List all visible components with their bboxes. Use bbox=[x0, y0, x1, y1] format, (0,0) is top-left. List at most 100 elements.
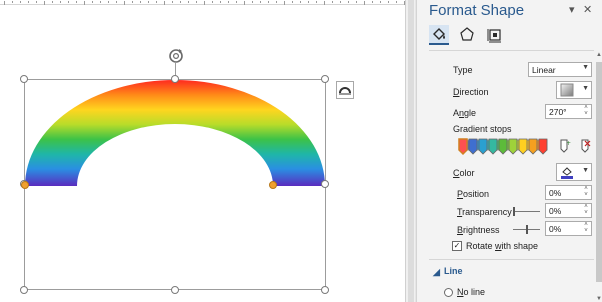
ruler-tick bbox=[84, 1, 85, 5]
gradient-stop-marker[interactable] bbox=[508, 138, 518, 155]
transparency-label: Transparency bbox=[457, 207, 512, 217]
pane-separator bbox=[429, 50, 594, 51]
position-spinner[interactable]: 0% ˄ ˅ bbox=[545, 185, 592, 200]
resize-handle-top-right[interactable] bbox=[321, 75, 329, 83]
remove-gradient-stop-button[interactable] bbox=[576, 137, 594, 155]
ruler-tick bbox=[52, 1, 53, 3]
ruler-tick bbox=[284, 1, 285, 5]
collapse-triangle-icon[interactable]: ◢ bbox=[433, 267, 440, 278]
pane-options-chevron-icon[interactable]: ▾ bbox=[569, 3, 575, 16]
gradient-stop-marker[interactable] bbox=[498, 138, 508, 155]
color-picker-button[interactable]: ▼ bbox=[556, 163, 592, 181]
spinner-arrows-icon[interactable]: ˄ ˅ bbox=[582, 222, 590, 235]
transparency-slider[interactable] bbox=[513, 211, 540, 212]
ruler-tick bbox=[132, 1, 133, 3]
brightness-value: 0% bbox=[549, 224, 562, 234]
gradient-stop-marker[interactable] bbox=[538, 138, 548, 155]
size-properties-icon bbox=[487, 29, 501, 43]
pane-scroll-thumb[interactable] bbox=[596, 62, 602, 282]
scroll-up-icon[interactable]: ▲ bbox=[595, 52, 602, 58]
transparency-value: 0% bbox=[549, 206, 562, 216]
ruler-tick bbox=[188, 1, 189, 3]
resize-handle-bottom-left[interactable] bbox=[20, 286, 28, 294]
no-line-radio[interactable] bbox=[444, 288, 453, 297]
transparency-slider-knob[interactable] bbox=[513, 207, 515, 216]
gradient-stop-marker[interactable] bbox=[458, 138, 468, 156]
font-color-bucket-icon bbox=[561, 167, 573, 179]
tab-fill-line[interactable] bbox=[429, 25, 449, 45]
ruler-tick bbox=[180, 1, 181, 3]
angle-label: Angle bbox=[453, 108, 477, 118]
svg-text:+: + bbox=[566, 140, 571, 147]
tab-effects[interactable] bbox=[457, 25, 477, 45]
ruler-tick bbox=[44, 1, 45, 5]
ruler-tick bbox=[156, 1, 157, 3]
ruler-tick bbox=[172, 1, 173, 3]
ruler-tick bbox=[68, 1, 69, 3]
ruler-tick bbox=[220, 1, 221, 3]
ruler-tick bbox=[116, 1, 117, 3]
transparency-spinner[interactable]: 0% ˄ ˅ bbox=[545, 203, 592, 218]
type-dropdown[interactable]: Linear ▼ bbox=[528, 62, 592, 77]
add-stop-icon: + bbox=[560, 139, 571, 153]
gradient-stop-marker[interactable] bbox=[478, 138, 488, 155]
resize-handle-top[interactable] bbox=[171, 75, 179, 83]
resize-handle-right[interactable] bbox=[321, 180, 329, 188]
ruler-tick bbox=[300, 1, 301, 3]
adjust-handle-inner[interactable] bbox=[269, 181, 277, 189]
ruler-tick bbox=[356, 1, 357, 3]
tab-size-properties[interactable] bbox=[485, 25, 505, 45]
ruler-tick bbox=[372, 1, 373, 3]
slide-canvas[interactable] bbox=[0, 0, 405, 302]
resize-handle-bottom[interactable] bbox=[171, 286, 179, 294]
angle-spinner[interactable]: 270° ˄ ˅ bbox=[545, 104, 592, 119]
type-value: Linear bbox=[532, 65, 556, 75]
ruler-tick bbox=[28, 1, 29, 3]
pane-scrollbar[interactable]: ▲ ▼ bbox=[595, 52, 602, 302]
ruler-tick bbox=[148, 1, 149, 3]
resize-handle-bottom-right[interactable] bbox=[321, 286, 329, 294]
position-label: Position bbox=[457, 189, 490, 199]
pane-title: Format Shape bbox=[429, 2, 525, 19]
gradient-stop-marker[interactable] bbox=[468, 138, 478, 155]
selection-frame bbox=[24, 79, 326, 290]
brightness-spinner[interactable]: 0% ˄ ˅ bbox=[545, 221, 592, 236]
ruler-tick bbox=[276, 1, 277, 3]
ruler-tick bbox=[252, 1, 253, 3]
spinner-arrows-icon[interactable]: ˄ ˅ bbox=[582, 204, 590, 217]
gradient-direction-icon bbox=[560, 83, 574, 97]
ruler-tick bbox=[36, 1, 37, 3]
ruler-tick bbox=[364, 1, 365, 5]
spinner-arrows-icon[interactable]: ˄ ˅ bbox=[582, 105, 590, 118]
close-icon[interactable]: ✕ bbox=[583, 3, 592, 16]
scroll-down-icon[interactable]: ▼ bbox=[595, 296, 602, 302]
ruler-tick bbox=[236, 1, 237, 3]
ruler-tick bbox=[244, 1, 245, 5]
line-section-header[interactable]: Line bbox=[444, 266, 463, 276]
ruler-tick bbox=[324, 1, 325, 5]
add-gradient-stop-button[interactable]: + bbox=[555, 137, 573, 155]
canvas-scrollbar[interactable] bbox=[405, 0, 415, 302]
direction-button[interactable]: ▼ bbox=[556, 81, 592, 99]
no-line-label: No line bbox=[457, 287, 486, 297]
gradient-stop-marker[interactable] bbox=[488, 138, 498, 155]
gradient-stop-marker[interactable] bbox=[528, 138, 538, 155]
spinner-arrows-icon[interactable]: ˄ ˅ bbox=[582, 186, 590, 199]
direction-label: Direction bbox=[453, 87, 489, 97]
ruler-tick bbox=[60, 1, 61, 3]
ruler-tick bbox=[100, 1, 101, 3]
ruler-tick bbox=[268, 1, 269, 3]
adjust-handle-left[interactable] bbox=[21, 181, 29, 189]
ruler-tick bbox=[164, 1, 165, 5]
gradient-stop-marker[interactable] bbox=[518, 138, 528, 155]
pentagon-icon bbox=[460, 27, 474, 41]
rotate-handle-icon[interactable] bbox=[167, 47, 185, 65]
ruler-tick bbox=[204, 1, 205, 5]
resize-handle-top-left[interactable] bbox=[20, 75, 28, 83]
ruler-tick bbox=[140, 1, 141, 3]
gradient-stops-bar[interactable] bbox=[457, 137, 549, 157]
type-label: Type bbox=[453, 65, 473, 75]
brightness-slider-knob[interactable] bbox=[526, 225, 528, 234]
layout-options-button[interactable] bbox=[336, 81, 354, 99]
rotate-with-shape-checkbox[interactable]: ✓ bbox=[452, 241, 462, 251]
